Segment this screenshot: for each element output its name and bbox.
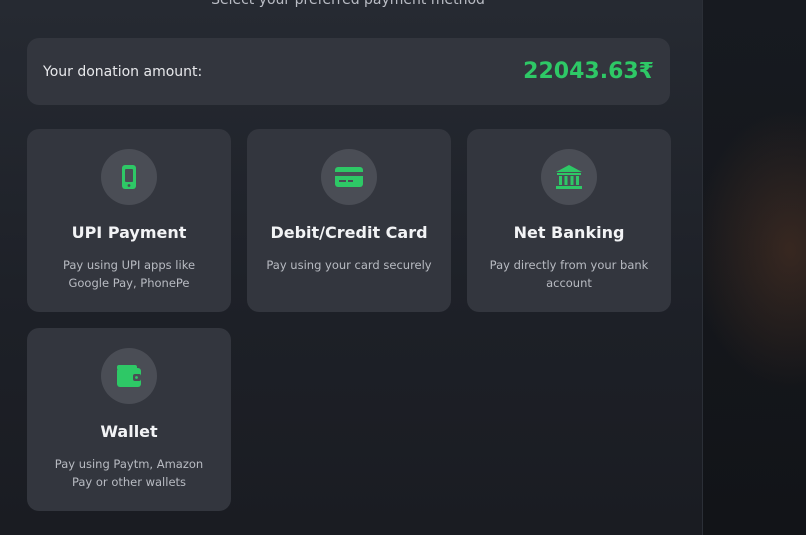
- payment-method-wallet[interactable]: Wallet Pay using Paytm, Amazon Pay or ot…: [27, 328, 231, 511]
- card-description: Pay using your card securely: [266, 258, 432, 272]
- payment-method-upi[interactable]: UPI Payment Pay using UPI apps like Goog…: [27, 129, 231, 312]
- payment-method-card[interactable]: Debit/Credit Card Pay using your card se…: [247, 129, 451, 312]
- donation-amount-label: Your donation amount:: [43, 63, 203, 80]
- wallet-description: Pay using Paytm, Amazon Pay or other wal…: [54, 457, 204, 489]
- page-background: Select your preferred payment method You…: [0, 0, 806, 535]
- page-subtitle: Select your preferred payment method: [211, 0, 485, 8]
- bank-icon: [556, 165, 582, 189]
- upi-description: Pay using UPI apps like Google Pay, Phon…: [62, 258, 196, 290]
- wallet-icon: [117, 365, 141, 387]
- wallet-title: Wallet: [100, 422, 158, 441]
- netbanking-icon-circle: [541, 149, 597, 205]
- upi-title: UPI Payment: [71, 223, 187, 242]
- donation-amount-value: 22043.63₹: [523, 59, 654, 84]
- payment-panel: Select your preferred payment method You…: [0, 0, 703, 535]
- mobile-phone-icon: [122, 165, 136, 189]
- card-icon-circle: [321, 149, 377, 205]
- payment-method-netbanking[interactable]: Net Banking Pay directly from your bank …: [467, 129, 671, 312]
- upi-icon-circle: [101, 149, 157, 205]
- credit-card-icon: [335, 167, 363, 187]
- netbanking-title: Net Banking: [513, 223, 625, 242]
- wallet-icon-circle: [101, 348, 157, 404]
- donation-amount-box: Your donation amount: 22043.63₹: [27, 38, 670, 105]
- netbanking-description: Pay directly from your bank account: [489, 258, 649, 290]
- card-title: Debit/Credit Card: [270, 223, 428, 242]
